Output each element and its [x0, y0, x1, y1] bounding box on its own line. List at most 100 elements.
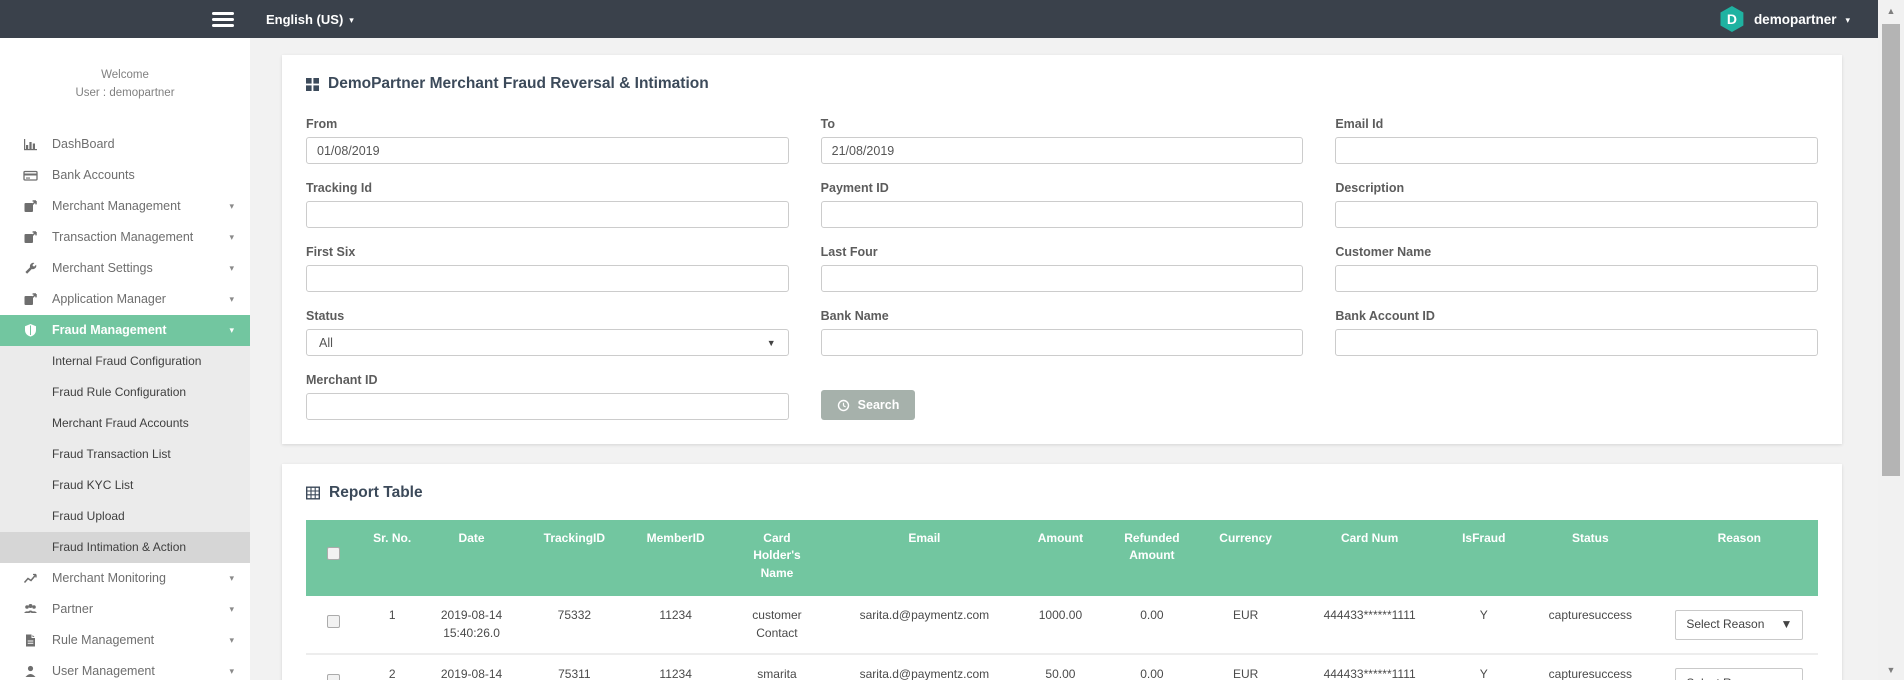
sidebar-item-application-manager[interactable]: Application Manager ▾: [0, 284, 250, 315]
col-sr-no: Sr. No.: [360, 520, 424, 596]
field-merchant-id: Merchant ID: [306, 373, 789, 420]
select-all-checkbox[interactable]: [327, 547, 340, 560]
field-label: Last Four: [821, 245, 1304, 259]
topbar: English (US) ▾ D demopartner ▾: [0, 0, 1878, 38]
language-selector[interactable]: English (US) ▾: [266, 0, 354, 38]
customer-name-input[interactable]: [1335, 265, 1818, 292]
sidebar-subitem-internal-fraud-configuration[interactable]: Internal Fraud Configuration: [0, 346, 250, 377]
cell-refunded-amount: 0.00: [1104, 596, 1199, 654]
export-icon: [22, 291, 38, 307]
field-to: To: [821, 117, 1304, 164]
search-icon: [837, 399, 850, 412]
sidebar-item-merchant-settings[interactable]: Merchant Settings ▾: [0, 253, 250, 284]
sidebar-item-label: Bank Accounts: [52, 168, 234, 182]
page-scrollbar[interactable]: ▲ ▼: [1878, 0, 1904, 680]
col-card-num: Card Num: [1292, 520, 1448, 596]
field-bank-account-id: Bank Account ID: [1335, 309, 1818, 356]
field-label: From: [306, 117, 789, 131]
table-icon: [306, 486, 320, 500]
cell-isfraud: Y: [1447, 654, 1520, 680]
cell-email: sarita.d@paymentz.com: [832, 654, 1016, 680]
field-bank-name: Bank Name: [821, 309, 1304, 356]
fraud-management-submenu: Internal Fraud Configuration Fraud Rule …: [0, 346, 250, 563]
field-label: Customer Name: [1335, 245, 1818, 259]
sidebar-subitem-fraud-transaction-list[interactable]: Fraud Transaction List: [0, 439, 250, 470]
subitem-label: Fraud KYC List: [52, 478, 133, 492]
field-first-six: First Six: [306, 245, 789, 292]
col-tracking-id: TrackingID: [519, 520, 629, 596]
user-menu[interactable]: D demopartner ▾: [1719, 0, 1850, 38]
sidebar-item-label: Partner: [52, 602, 229, 616]
cell-card-holder-name: smarita Contact: [722, 654, 832, 680]
sidebar-item-partner[interactable]: Partner ▾: [0, 594, 250, 625]
sidebar-item-merchant-management[interactable]: Merchant Management ▾: [0, 191, 250, 222]
report-title-row: Report Table: [306, 484, 1818, 502]
sidebar-subitem-fraud-rule-configuration[interactable]: Fraud Rule Configuration: [0, 377, 250, 408]
credit-card-icon: [22, 167, 38, 183]
cell-refunded-amount: 0.00: [1104, 654, 1199, 680]
menu-icon[interactable]: [212, 9, 236, 29]
tracking-id-input[interactable]: [306, 201, 789, 228]
payment-id-input[interactable]: [821, 201, 1304, 228]
shield-icon: [22, 322, 38, 338]
chevron-down-icon: ▾: [349, 16, 354, 25]
sidebar-item-transaction-management[interactable]: Transaction Management ▾: [0, 222, 250, 253]
col-status: Status: [1520, 520, 1661, 596]
first-six-input[interactable]: [306, 265, 789, 292]
app-root: English (US) ▾ D demopartner ▾ Welcome U…: [0, 0, 1904, 680]
field-tracking-id: Tracking Id: [306, 181, 789, 228]
export-icon: [22, 198, 38, 214]
email-id-input[interactable]: [1335, 137, 1818, 164]
reason-select[interactable]: Select Reason ▼: [1675, 610, 1803, 640]
reason-selected-value: Select Reason: [1686, 675, 1764, 680]
cell-card-num: 444433******1111: [1292, 654, 1448, 680]
search-button-cell: Search: [821, 373, 1304, 420]
subitem-label: Fraud Rule Configuration: [52, 385, 186, 399]
cell-currency: EUR: [1200, 654, 1292, 680]
chevron-down-icon: ▾: [229, 232, 234, 243]
user-icon: [22, 663, 38, 679]
sidebar-subitem-merchant-fraud-accounts[interactable]: Merchant Fraud Accounts: [0, 408, 250, 439]
row-checkbox[interactable]: [327, 615, 340, 628]
from-date-input[interactable]: [306, 137, 789, 164]
to-date-input[interactable]: [821, 137, 1304, 164]
reason-select[interactable]: Select Reason ▼: [1675, 668, 1803, 680]
grid-icon: [306, 78, 319, 91]
field-label: Tracking Id: [306, 181, 789, 195]
scrollbar-thumb[interactable]: [1882, 24, 1900, 476]
export-icon: [22, 229, 38, 245]
sidebar-item-fraud-management[interactable]: Fraud Management ▾: [0, 315, 250, 346]
description-input[interactable]: [1335, 201, 1818, 228]
field-from: From: [306, 117, 789, 164]
chevron-down-icon: ▾: [229, 604, 234, 615]
header-checkbox-cell: [306, 520, 360, 596]
merchant-id-input[interactable]: [306, 393, 789, 420]
cell-tracking-id: 75311: [519, 654, 629, 680]
sidebar-item-user-management[interactable]: User Management ▾: [0, 656, 250, 680]
trend-chart-icon: [22, 570, 38, 586]
sidebar-item-bank-accounts[interactable]: Bank Accounts: [0, 160, 250, 191]
field-label: Email Id: [1335, 117, 1818, 131]
status-select[interactable]: All ▼: [306, 329, 789, 356]
chevron-down-icon: ▾: [1845, 16, 1850, 25]
field-label: Description: [1335, 181, 1818, 195]
bank-account-id-input[interactable]: [1335, 329, 1818, 356]
cell-email: sarita.d@paymentz.com: [832, 596, 1016, 654]
subitem-label: Fraud Intimation & Action: [52, 540, 186, 554]
cell-reason: Select Reason ▼: [1661, 596, 1818, 654]
sidebar-subitem-fraud-upload[interactable]: Fraud Upload: [0, 501, 250, 532]
search-button-label: Search: [858, 398, 900, 412]
bank-name-input[interactable]: [821, 329, 1304, 356]
sidebar-item-merchant-monitoring[interactable]: Merchant Monitoring ▾: [0, 563, 250, 594]
sidebar-subitem-fraud-kyc-list[interactable]: Fraud KYC List: [0, 470, 250, 501]
row-checkbox-cell: [306, 596, 360, 654]
scroll-up-icon[interactable]: ▲: [1878, 6, 1904, 16]
scroll-down-icon[interactable]: ▼: [1878, 665, 1904, 675]
chevron-down-icon: ▾: [229, 263, 234, 274]
last-four-input[interactable]: [821, 265, 1304, 292]
sidebar-item-dashboard[interactable]: DashBoard: [0, 129, 250, 160]
row-checkbox[interactable]: [327, 674, 340, 680]
sidebar-item-rule-management[interactable]: Rule Management ▾: [0, 625, 250, 656]
search-button[interactable]: Search: [821, 390, 916, 420]
sidebar-subitem-fraud-intimation-action[interactable]: Fraud Intimation & Action: [0, 532, 250, 563]
